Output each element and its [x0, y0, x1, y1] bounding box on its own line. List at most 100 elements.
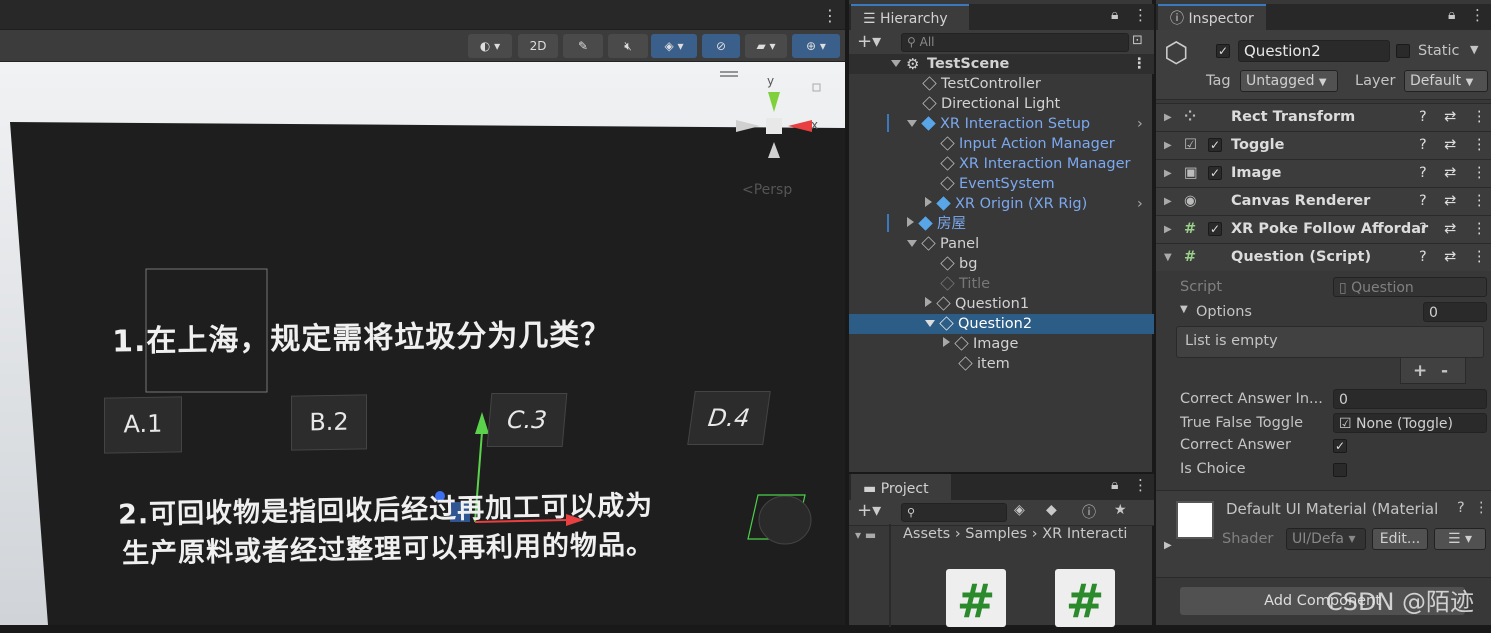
scene-expand-arrow[interactable]: [891, 54, 906, 74]
options-size-field[interactable]: 0: [1423, 302, 1487, 322]
script-asset-icon[interactable]: #: [1055, 569, 1115, 628]
material-menu-icon[interactable]: ⋮: [1474, 500, 1489, 516]
help-icon[interactable]: ?: [1419, 160, 1427, 187]
hier-item-xr-origin[interactable]: XR Origin (XR Rig) ›: [849, 194, 1154, 214]
expand-arrow[interactable]: [907, 217, 914, 227]
foldout-arrow-icon[interactable]: ▶: [1164, 104, 1172, 131]
hier-item-directional-light[interactable]: Directional Light: [849, 94, 1154, 114]
component-image[interactable]: ▶ ▣ ✓ Image ? ⇄ ⋮: [1156, 159, 1491, 187]
search-by-label-icon[interactable]: ◆: [1046, 502, 1057, 518]
foldout-arrow-icon[interactable]: ▶: [1164, 188, 1172, 215]
active-checkbox[interactable]: ✓: [1216, 44, 1230, 58]
expand-arrow[interactable]: [943, 337, 950, 347]
scene-more-icon[interactable]: ⋮: [1132, 54, 1147, 74]
audio-mute-icon[interactable]: 🔇︎: [608, 34, 648, 58]
material-foldout-icon[interactable]: ▶: [1164, 540, 1172, 551]
hier-item-question1[interactable]: Question1: [849, 294, 1154, 314]
list-add-button[interactable]: +: [1413, 361, 1427, 381]
preset-icon[interactable]: ⇄: [1444, 216, 1456, 243]
toggle-2d-button[interactable]: 2D: [518, 34, 558, 58]
scene-row[interactable]: ⚙ TestScene ⋮: [849, 54, 1154, 74]
shader-options-icon[interactable]: ☰ ▾: [1434, 528, 1486, 550]
shading-mode-button[interactable]: ◐ ▾: [468, 34, 512, 58]
hier-item-xr-interaction-manager[interactable]: XR Interaction Manager: [849, 154, 1154, 174]
preset-icon[interactable]: ⇄: [1444, 188, 1456, 215]
open-prefab-chevron-icon[interactable]: ›: [1137, 194, 1143, 214]
scene-more-icon[interactable]: ⋮: [822, 6, 838, 25]
hidden-objects-icon[interactable]: ⊘: [702, 34, 740, 58]
component-menu-icon[interactable]: ⋮: [1472, 216, 1487, 243]
foldout-arrow-icon[interactable]: ▼: [1164, 244, 1172, 271]
hier-item-testcontroller[interactable]: TestController: [849, 74, 1154, 94]
answer-a[interactable]: A.1: [105, 397, 181, 453]
tag-dropdown[interactable]: Untagged ▼: [1240, 70, 1338, 92]
favorite-star-icon[interactable]: ★: [1114, 502, 1127, 518]
correct-answer-checkbox[interactable]: ✓: [1333, 439, 1347, 453]
hier-item-house[interactable]: 房屋: [849, 214, 1154, 234]
options-foldout-icon[interactable]: ▼: [1180, 304, 1188, 315]
project-search-input[interactable]: ⚲: [901, 503, 1007, 522]
layer-dropdown[interactable]: Default ▼: [1404, 70, 1488, 92]
tab-inspector[interactable]: ⓘ Inspector: [1158, 4, 1266, 30]
folder-tree-icon[interactable]: ▾ ▬: [855, 528, 876, 542]
hier-item-title[interactable]: Title: [849, 274, 1154, 294]
camera-icon[interactable]: ▰ ▾: [745, 34, 787, 58]
preset-icon[interactable]: ⇄: [1444, 244, 1456, 271]
hier-item-bg[interactable]: bg: [849, 254, 1154, 274]
breadcrumb-xr-interaction[interactable]: XR Interacti: [1042, 526, 1127, 542]
script-asset-icon[interactable]: #: [946, 569, 1006, 628]
hierarchy-search-input[interactable]: ⚲ All: [901, 33, 1129, 52]
foldout-arrow-icon[interactable]: ▶: [1164, 160, 1172, 187]
component-canvas-renderer[interactable]: ▶ ◉ Canvas Renderer ? ⇄ ⋮: [1156, 187, 1491, 215]
projection-label[interactable]: <Persp: [742, 182, 792, 198]
component-menu-icon[interactable]: ⋮: [1472, 244, 1487, 271]
is-choice-checkbox[interactable]: [1333, 463, 1347, 477]
project-lock-icon[interactable]: 🔒︎: [1111, 477, 1118, 493]
material-help-icon[interactable]: ?: [1457, 500, 1465, 516]
help-icon[interactable]: ?: [1419, 188, 1427, 215]
expand-arrow[interactable]: [907, 240, 917, 247]
hier-item-item[interactable]: item: [849, 354, 1154, 374]
list-remove-button[interactable]: -: [1441, 361, 1448, 381]
help-icon[interactable]: ?: [1419, 104, 1427, 131]
lighting-icon[interactable]: ✎: [563, 34, 603, 58]
component-menu-icon[interactable]: ⋮: [1472, 104, 1487, 131]
expand-arrow[interactable]: [907, 120, 917, 127]
true-false-toggle-field[interactable]: ☑ None (Toggle): [1333, 413, 1487, 433]
project-more-icon[interactable]: ⋮: [1133, 476, 1148, 494]
search-filter-icon[interactable]: ⊡: [1132, 33, 1143, 48]
create-plus-icon[interactable]: +▾: [857, 31, 881, 52]
help-icon[interactable]: ?: [1419, 216, 1427, 243]
answer-d[interactable]: D.4: [688, 392, 770, 444]
component-menu-icon[interactable]: ⋮: [1472, 188, 1487, 215]
gizmos-icon[interactable]: ⊕ ▾: [792, 34, 840, 58]
hier-item-panel[interactable]: Panel: [849, 234, 1154, 254]
object-name-field[interactable]: Question2: [1238, 40, 1390, 62]
expand-arrow[interactable]: [925, 297, 932, 307]
hierarchy-more-icon[interactable]: ⋮: [1133, 6, 1148, 24]
preset-icon[interactable]: ⇄: [1444, 160, 1456, 187]
expand-arrow[interactable]: [925, 197, 932, 207]
component-xr-poke-follow[interactable]: ▶ # ✓ XR Poke Follow Affordar ? ⇄ ⋮: [1156, 215, 1491, 243]
hier-item-image[interactable]: Image: [849, 334, 1154, 354]
help-icon[interactable]: ?: [1419, 132, 1427, 159]
component-enabled-checkbox[interactable]: ✓: [1208, 166, 1222, 180]
correct-index-field[interactable]: 0: [1333, 389, 1487, 409]
component-enabled-checkbox[interactable]: ✓: [1208, 138, 1222, 152]
tab-project[interactable]: ▬ Project: [851, 474, 951, 500]
effects-icon[interactable]: ◈ ▾: [651, 34, 697, 58]
open-prefab-chevron-icon[interactable]: ›: [1137, 114, 1143, 134]
hier-item-xr-interaction-setup[interactable]: XR Interaction Setup ›: [849, 114, 1154, 134]
expand-arrow[interactable]: [925, 320, 935, 327]
log-icon[interactable]: ⓘ: [1082, 502, 1096, 522]
edit-shader-button[interactable]: Edit...: [1372, 528, 1428, 550]
static-dropdown-icon[interactable]: ▼: [1470, 43, 1478, 56]
answer-b[interactable]: B.2: [292, 395, 366, 450]
component-enabled-checkbox[interactable]: ✓: [1208, 222, 1222, 236]
hier-item-eventsystem[interactable]: EventSystem: [849, 174, 1154, 194]
help-icon[interactable]: ?: [1419, 244, 1427, 271]
component-menu-icon[interactable]: ⋮: [1472, 160, 1487, 187]
foldout-arrow-icon[interactable]: ▶: [1164, 132, 1172, 159]
hier-item-question2[interactable]: Question2: [849, 314, 1154, 334]
preset-icon[interactable]: ⇄: [1444, 132, 1456, 159]
